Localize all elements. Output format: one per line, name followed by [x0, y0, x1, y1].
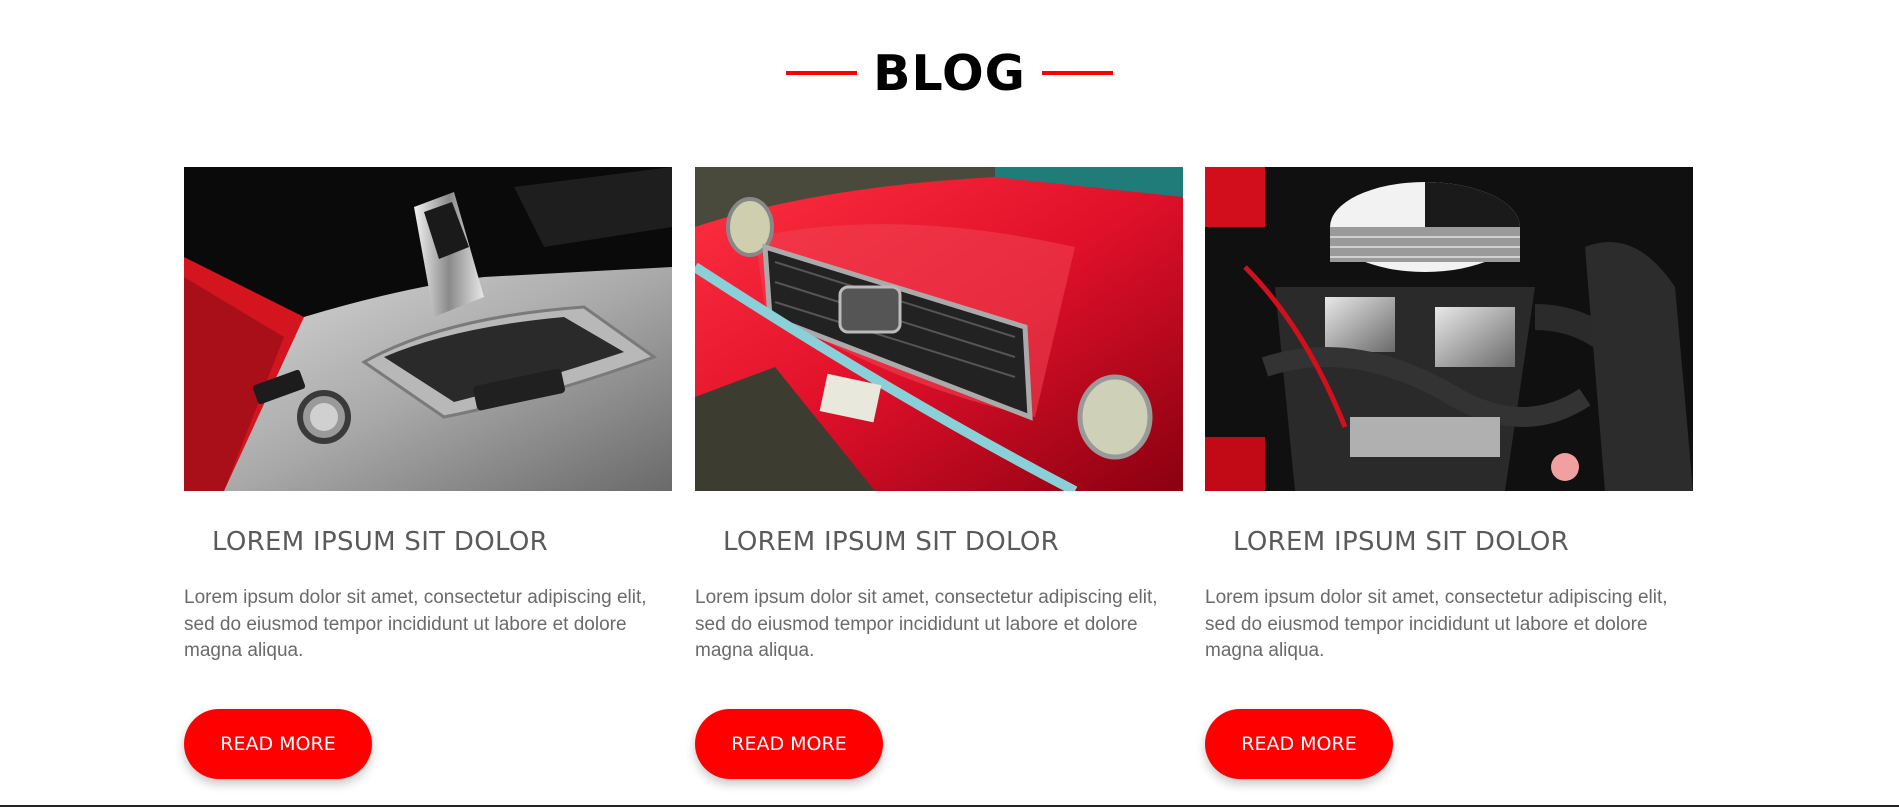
post-title[interactable]: LOREM IPSUM SIT DOLOR: [723, 527, 1183, 557]
read-more-button[interactable]: READ MORE: [1205, 708, 1393, 779]
heading-left-rule: [786, 71, 858, 75]
post-excerpt: Lorem ipsum dolor sit amet, consectetur …: [184, 587, 647, 661]
section-heading: BLOG: [0, 40, 1899, 106]
blog-card: LOREM IPSUM SIT DOLOR Lorem ipsum dolor …: [1205, 167, 1693, 779]
read-more-button[interactable]: READ MORE: [184, 708, 372, 779]
post-excerpt: Lorem ipsum dolor sit amet, consectetur …: [695, 587, 1158, 661]
blog-card: LOREM IPSUM SIT DOLOR Lorem ipsum dolor …: [184, 167, 672, 779]
blog-card: LOREM IPSUM SIT DOLOR Lorem ipsum dolor …: [695, 167, 1183, 779]
post-excerpt: Lorem ipsum dolor sit amet, consectetur …: [1205, 587, 1668, 661]
section-title: BLOG: [873, 44, 1026, 102]
gear-shifter-image[interactable]: [184, 167, 672, 491]
post-title[interactable]: LOREM IPSUM SIT DOLOR: [1233, 527, 1693, 557]
footer-divider: [0, 805, 1899, 807]
engine-bay-image[interactable]: [1205, 167, 1693, 491]
read-more-button[interactable]: READ MORE: [695, 708, 883, 779]
heading-right-rule: [1041, 71, 1113, 75]
post-title[interactable]: LOREM IPSUM SIT DOLOR: [212, 527, 672, 557]
red-mustang-image[interactable]: [695, 167, 1183, 491]
